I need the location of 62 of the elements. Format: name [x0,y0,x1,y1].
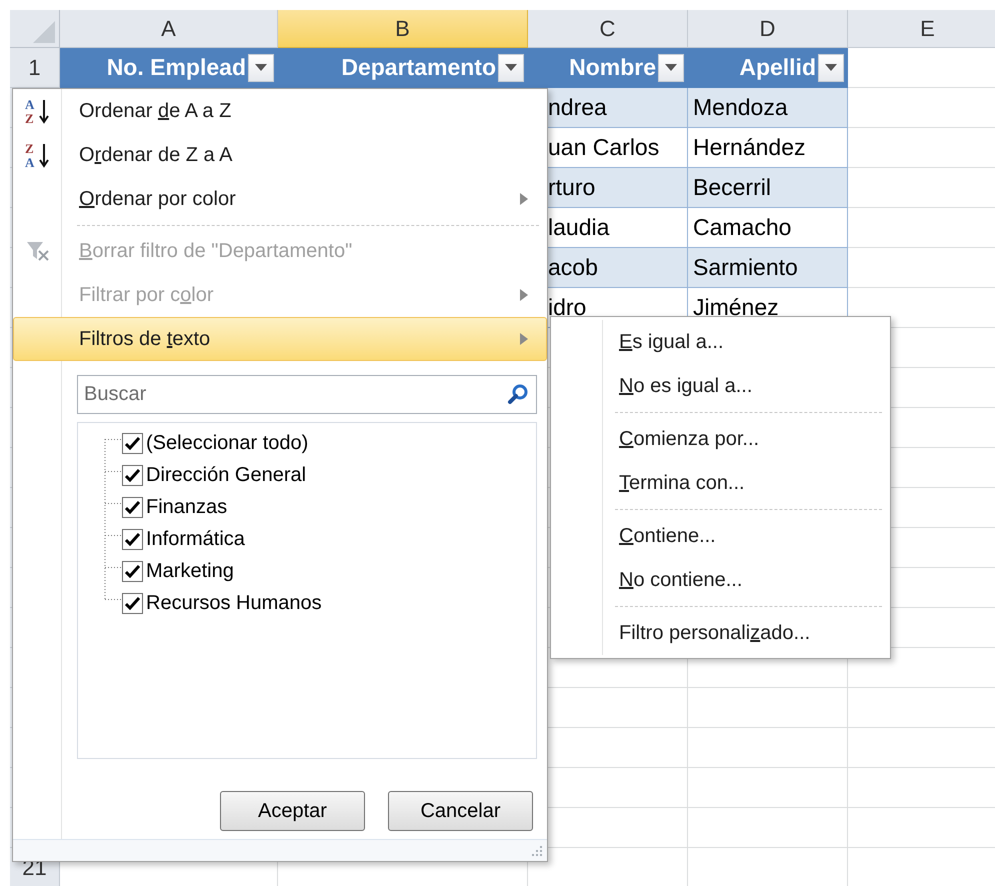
menu-item[interactable]: Termina con... [551,461,890,505]
checkbox-label[interactable]: Recursos Humanos [146,588,322,618]
search-field[interactable]: Buscar [77,375,537,414]
column-header[interactable]: C [528,10,688,48]
menu-item[interactable]: Filtro personalizado... [551,611,890,655]
caret-icon [825,64,837,71]
table-cell-text: Jiménez [693,293,779,322]
table-cell-text: Camacho [693,213,792,242]
checkbox[interactable] [122,496,143,518]
checkbox-label[interactable]: Marketing [146,556,234,586]
submenu-arrow-icon [520,193,528,205]
filter-dropdown-button[interactable] [818,54,844,82]
checkbox[interactable] [122,464,143,486]
column-header[interactable]: B [278,10,528,48]
menu-item[interactable]: Ordenar por color [13,177,547,221]
caret-icon [505,64,517,71]
header-cell-text: Apellid [739,53,816,82]
submenu-arrow-icon [520,333,528,345]
table-cell-text: Hernández [693,133,806,162]
checkbox[interactable] [122,528,143,550]
table-cell-text: ndrea [548,93,607,122]
row-header[interactable]: 1 [10,48,60,88]
checkbox[interactable] [122,432,143,454]
table-cell-text: laudia [548,213,610,242]
table-cell-text: Mendoza [693,93,788,122]
menu-item[interactable]: Es igual a... [551,320,890,364]
filter-dropdown-button[interactable] [658,54,684,82]
menu-item[interactable]: No contiene... [551,558,890,602]
table-cell-text: Becerril [693,173,771,202]
submenu-arrow-icon [520,289,528,301]
table-cell-text: acob [548,253,598,282]
caret-icon [665,64,677,71]
menu-item[interactable]: Filtros de texto [13,317,547,361]
dialog-button[interactable]: Aceptar [220,791,365,831]
menu-item[interactable]: Z A Ordenar de Z a A [13,133,547,177]
table-cell-text: Sarmiento [693,253,798,282]
table-cell-text: idro [548,293,586,322]
resize-grip-icon[interactable] [531,844,543,856]
filter-dropdown-button[interactable] [498,54,524,82]
table-cell-text: uan Carlos [548,133,660,162]
column-header[interactable]: D [688,10,848,48]
menu-item[interactable]: Comienza por... [551,417,890,461]
checkbox[interactable] [122,560,143,582]
checkbox-label[interactable]: (Seleccionar todo) [146,428,308,458]
clear-filter-icon [26,240,50,262]
column-header[interactable]: A [60,10,278,48]
filter-dropdown-button[interactable] [248,54,274,82]
header-cell-text: Nombre [569,53,656,82]
column-header[interactable]: E [848,10,995,48]
header-cell-text: Departamento [341,53,496,82]
checkbox-label[interactable]: Finanzas [146,492,228,522]
caret-icon [255,64,267,71]
search-icon [507,383,529,405]
checkbox-label[interactable]: Dirección General [146,460,306,490]
checkbox-label[interactable]: Informática [146,524,245,554]
menu-item[interactable]: No es igual a... [551,364,890,408]
checkbox[interactable] [122,592,143,614]
menu-item[interactable]: Contiene... [551,514,890,558]
dialog-button[interactable]: Cancelar [388,791,533,831]
menu-item[interactable]: A Z Ordenar de A a Z [13,89,547,133]
header-cell-text: No. Emplead [106,53,246,82]
table-cell-text: rturo [548,173,596,202]
